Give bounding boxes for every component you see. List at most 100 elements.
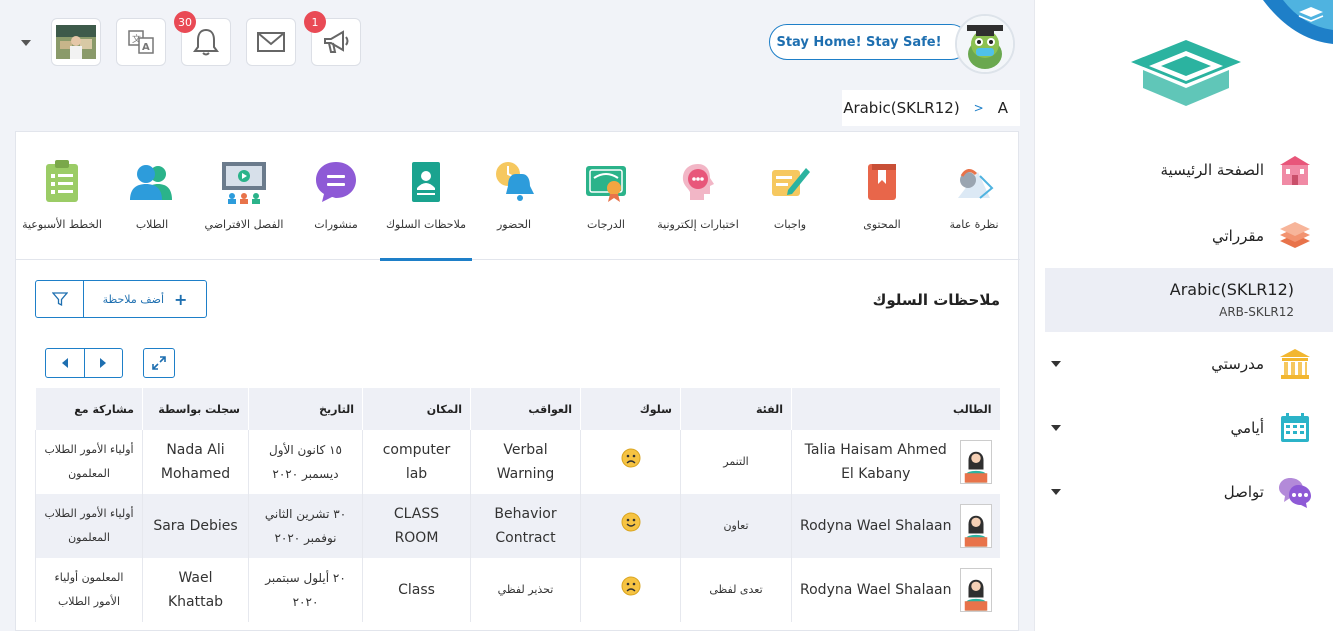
sidebar: الصفحة الرئيسية مقرراتي Arabic(SKLR12) A… — [1034, 0, 1333, 631]
prev-page-button[interactable] — [46, 349, 85, 377]
profile-thumbnail-button[interactable] — [51, 18, 101, 66]
posts-icon — [316, 162, 356, 202]
date-cell: ٢٠ أيلول سبتمبر ٢٠٢٠ — [248, 558, 363, 622]
profile-photo-icon — [56, 25, 96, 59]
calendar-icon — [1281, 413, 1309, 442]
tab-weekly-plans[interactable]: الخطط الأسبوعية — [16, 132, 108, 260]
course-panel: نظرة عامة المحتوى واجبات اختبارات إلكترو… — [15, 131, 1020, 631]
column-header[interactable]: التاريخ — [248, 388, 363, 430]
virtual-class-icon — [222, 162, 266, 204]
sidebar-item-label: أيامي — [1230, 419, 1264, 437]
translate-button[interactable]: 文 A — [116, 18, 166, 66]
grades-icon — [586, 166, 626, 202]
student-name[interactable]: Rodyna Wael Shalaan — [800, 578, 951, 602]
chat-icon — [1279, 478, 1311, 508]
date-cell: ٣٠ تشرين الثاني نوفمبر ٢٠٢٠ — [248, 494, 363, 558]
student-cell: Rodyna Wael Shalaan — [791, 558, 1000, 622]
quiz-icon — [682, 164, 714, 200]
sad-face-icon — [621, 448, 640, 468]
students-icon — [130, 165, 172, 200]
recorded-by-cell: Wael Khattab — [142, 558, 249, 622]
tab-attendance[interactable]: الحضور — [468, 132, 560, 260]
table-row[interactable]: Rodyna Wael Shalaan تعاون Behavior Contr… — [35, 494, 1000, 558]
filter-button[interactable] — [36, 281, 84, 317]
student-name[interactable]: Talia Haisam Ahmed El Kabany — [800, 438, 952, 486]
tab-assignments[interactable]: واجبات — [744, 132, 836, 260]
notifications-button[interactable]: 30 — [174, 11, 231, 66]
chevron-down-icon[interactable] — [1051, 489, 1061, 495]
profile-dropdown-caret[interactable] — [21, 40, 31, 46]
expand-icon — [152, 356, 166, 370]
place-cell: computer lab — [362, 430, 471, 494]
date-cell: ١٥ كانون الأول ديسمبر ٢٠٢٠ — [248, 430, 363, 494]
column-header[interactable]: العواقب — [470, 388, 581, 430]
corner-logo-icon[interactable] — [1263, 0, 1333, 44]
column-header[interactable]: الفئة — [680, 388, 792, 430]
weekly-plan-icon — [46, 160, 78, 202]
consequence-cell: تحذير لفظي — [470, 558, 581, 622]
student-cell: Talia Haisam Ahmed El Kabany — [791, 430, 1000, 494]
shared-with-cell: أولياء الأمور الطلاب المعلمون — [35, 494, 143, 558]
tab-virtual-class[interactable]: الفصل الافتراضي — [198, 132, 290, 260]
avatar[interactable] — [955, 14, 1015, 74]
sidebar-item-my-school[interactable]: مدرستي — [1035, 342, 1333, 386]
chevron-down-icon[interactable] — [1051, 425, 1061, 431]
attendance-icon — [496, 162, 534, 201]
recorded-by-cell: Nada Ali Mohamed — [142, 430, 249, 494]
tab-overview[interactable]: نظرة عامة — [928, 132, 1020, 260]
announcements-badge: 1 — [304, 11, 326, 33]
table-row[interactable]: Talia Haisam Ahmed El Kabany التنمر Verb… — [35, 430, 1000, 494]
stay-home-button[interactable]: Stay Home! Stay Safe! — [769, 24, 969, 60]
chevron-down-icon[interactable] — [1051, 361, 1061, 367]
breadcrumb-separator: > — [973, 101, 984, 115]
student-avatar-icon — [959, 440, 992, 484]
sidebar-item-label: تواصل — [1223, 483, 1264, 501]
column-header[interactable]: الطالب — [791, 388, 1000, 430]
expand-button[interactable] — [143, 348, 175, 378]
section-title: ملاحظات السلوك — [872, 291, 1000, 309]
tab-behavior-notes[interactable]: ملاحظات السلوك — [380, 132, 472, 261]
place-cell: CLASS ROOM — [362, 494, 471, 558]
breadcrumb-section[interactable]: A — [998, 99, 1008, 117]
sidebar-item-my-courses[interactable]: مقرراتي — [1035, 214, 1333, 258]
sidebar-item-home[interactable]: الصفحة الرئيسية — [1035, 148, 1333, 192]
school-logo-icon[interactable] — [1131, 36, 1241, 108]
recorded-by-cell: Sara Debies — [142, 494, 249, 558]
column-header[interactable]: سلوك — [580, 388, 681, 430]
messages-button[interactable] — [246, 18, 296, 66]
category-cell: تعدى لفظى — [680, 558, 792, 622]
place-cell: Class — [362, 558, 471, 622]
school-icon — [1280, 349, 1310, 379]
sidebar-active-course[interactable]: Arabic(SKLR12) ARB-SKLR12 — [1045, 268, 1333, 332]
table-row[interactable]: Rodyna Wael Shalaan تعدى لفظى تحذير لفظي… — [35, 558, 1000, 622]
behavior-cell — [580, 494, 681, 558]
svg-text:A: A — [142, 42, 150, 53]
next-page-button[interactable] — [85, 349, 123, 377]
course-tabs: نظرة عامة المحتوى واجبات اختبارات إلكترو… — [16, 132, 1020, 261]
tab-students[interactable]: الطلاب — [106, 132, 198, 260]
announcements-button[interactable]: 1 — [304, 11, 361, 66]
add-note-button[interactable]: + أضف ملاحظة — [84, 281, 206, 317]
consequence-cell: Behavior Contract — [470, 494, 581, 558]
sidebar-item-communicate[interactable]: تواصل — [1035, 470, 1333, 514]
home-icon — [1280, 156, 1310, 185]
active-course-code: ARB-SKLR12 — [1219, 305, 1294, 319]
tab-quizzes[interactable]: اختبارات إلكترونية — [652, 132, 744, 260]
shared-with-cell: المعلمون أولياء الأمور الطلاب — [35, 558, 143, 622]
assignment-icon — [772, 168, 810, 196]
tab-posts[interactable]: منشورات — [290, 132, 382, 260]
tab-grades[interactable]: الدرجات — [560, 132, 652, 260]
column-header[interactable]: سجلت بواسطة — [142, 388, 249, 430]
sidebar-item-my-days[interactable]: أيامي — [1035, 406, 1333, 450]
student-name[interactable]: Rodyna Wael Shalaan — [800, 514, 951, 538]
bell-icon — [193, 28, 219, 56]
behavior-cell — [580, 430, 681, 494]
behavior-cell — [580, 558, 681, 622]
tab-content[interactable]: المحتوى — [836, 132, 928, 260]
column-header[interactable]: المكان — [362, 388, 471, 430]
student-avatar-icon — [959, 568, 992, 612]
breadcrumb-course[interactable]: Arabic(SKLR12) — [843, 99, 959, 117]
stack-icon — [1280, 222, 1310, 248]
table-pager — [45, 348, 123, 378]
column-header[interactable]: مشاركة مع — [35, 388, 143, 430]
